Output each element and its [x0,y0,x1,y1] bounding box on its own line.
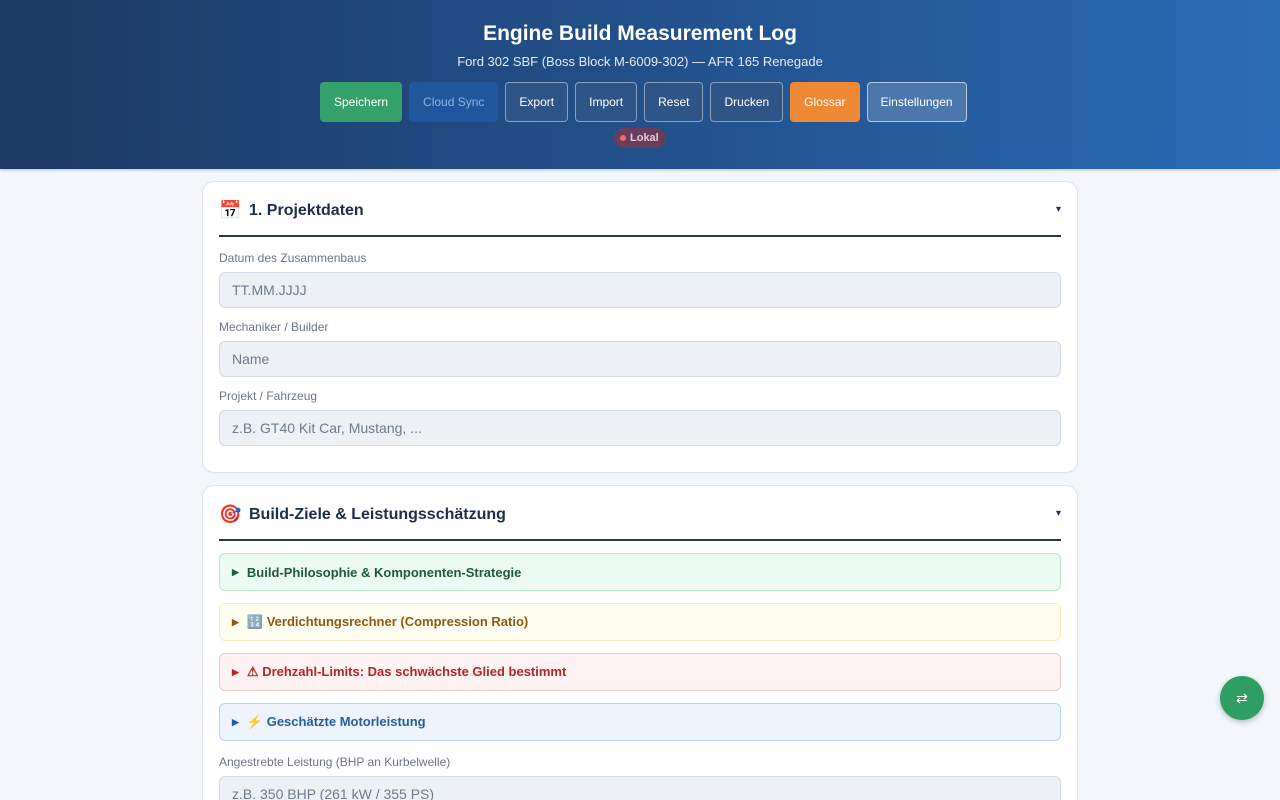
accordion-compression-calculator[interactable]: ▶ 🔢 Verdichtungsrechner (Compression Rat… [219,603,1061,641]
reset-button[interactable]: Reset [644,82,704,122]
export-button[interactable]: Export [505,82,569,122]
accordion-label: ⚠ Drehzahl-Limits: Das schwächste Glied … [246,664,567,679]
expand-arrow-icon: ▶ [232,666,239,677]
glossary-button[interactable]: Glossar [790,82,860,122]
status-dot-icon [620,135,626,141]
target-power-label: Angestrebte Leistung (BHP an Kurbelwelle… [219,755,451,769]
section-title: 1. Projektdaten [249,202,364,219]
cloud-sync-button[interactable]: Cloud Sync [409,82,499,122]
project-data-header[interactable]: 📅 1. Projektdaten ▾ [219,182,1061,237]
collapse-toggle-icon[interactable]: ▾ [1056,204,1061,215]
expand-arrow-icon: ▶ [232,616,239,627]
mechanic-label: Mechaniker / Builder [219,320,329,334]
accordion-label: ⚡ Geschätzte Motorleistung [246,714,426,729]
build-goals-header[interactable]: 🎯 Build-Ziele & Leistungsschätzung ▾ [219,486,1061,541]
assembly-date-input[interactable] [219,272,1061,308]
accordion-estimated-power[interactable]: ▶ ⚡ Geschätzte Motorleistung [219,703,1061,741]
settings-button[interactable]: Einstellungen [866,82,967,122]
calendar-icon: 📅 [219,200,242,220]
app-subtitle: Ford 302 SBF (Boss Block M-6009-302) — A… [457,54,823,69]
accordion-rpm-limits[interactable]: ▶ ⚠ Drehzahl-Limits: Das schwächste Glie… [219,653,1061,691]
target-power-input[interactable] [219,776,1061,800]
status-label: Lokal [630,132,659,144]
sync-fab-button[interactable]: ⇄ [1220,676,1264,720]
expand-arrow-icon: ▶ [232,716,239,727]
import-button[interactable]: Import [575,82,638,122]
expand-arrow-icon: ▶ [232,566,239,577]
build-goals-section: 🎯 Build-Ziele & Leistungsschätzung ▾ ▶ B… [202,485,1078,800]
sync-arrows-icon: ⇄ [1236,689,1248,706]
accordion-build-philosophy[interactable]: ▶ Build-Philosophie & Komponenten-Strate… [219,553,1061,591]
assembly-date-label: Datum des Zusammenbaus [219,251,367,265]
target-icon: 🎯 [219,504,242,524]
collapse-toggle-icon[interactable]: ▾ [1056,508,1061,519]
save-button[interactable]: Speichern [320,82,403,122]
app-title: Engine Build Measurement Log [483,22,797,45]
project-vehicle-input[interactable] [219,410,1061,446]
project-vehicle-label: Projekt / Fahrzeug [219,389,318,403]
project-data-section: 📅 1. Projektdaten ▾ Datum des Zusammenba… [202,181,1078,473]
accordion-label: Build-Philosophie & Komponenten-Strategi… [246,564,522,580]
app-header: Engine Build Measurement Log Ford 302 SB… [0,0,1280,169]
mechanic-input[interactable] [219,341,1061,377]
print-button[interactable]: Drucken [710,82,784,122]
toolbar: Speichern Cloud Sync Export Import Reset… [320,82,967,122]
section-title: Build-Ziele & Leistungsschätzung [249,506,506,523]
status-badge: Lokal [614,128,666,148]
accordion-label: 🔢 Verdichtungsrechner (Compression Ratio… [246,614,529,629]
